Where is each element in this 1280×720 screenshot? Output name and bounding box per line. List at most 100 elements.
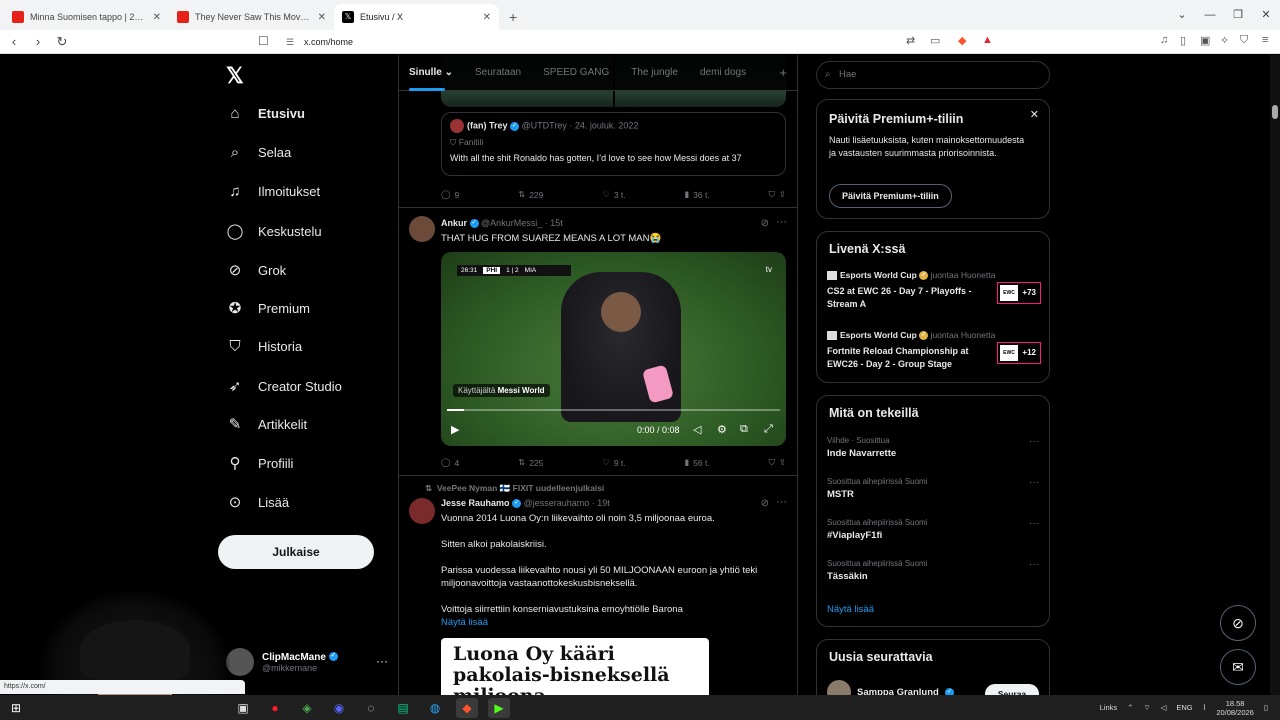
author-handle[interactable]: @jesserauhamo [524,498,590,508]
nav-item-explore[interactable]: ⌕ Selaa [226,144,291,161]
more-icon[interactable]: ··· [776,216,787,228]
add-tab-icon[interactable]: + [779,65,787,80]
brave-shield-icon[interactable]: ◆ [958,34,966,47]
nav-item-grok[interactable]: ⊘ Grok [226,261,286,279]
bookmark-icon[interactable]: ☐ [258,34,269,48]
repost-button[interactable]: ⇅ 225 [518,457,543,468]
reload-icon[interactable]: ↻ [52,34,72,50]
task-view-icon[interactable]: ▣ [232,698,254,718]
clock[interactable]: 18.58 20/08/2026 [1216,699,1254,717]
show-more-link[interactable]: Näytä lisää [827,604,874,615]
grok-icon[interactable]: ⊘ [1220,605,1256,641]
notification-icon[interactable]: ▯ [1264,703,1268,712]
volume-icon[interactable]: ◁ [1161,703,1167,712]
like-button[interactable]: ♡ 3 t. [602,189,625,200]
post-time[interactable]: 19t [597,498,610,508]
media-icon[interactable]: ♫ [1160,34,1168,46]
maximize-icon[interactable]: ❐ [1224,0,1252,30]
windows-start-icon[interactable]: ⊞ [5,698,27,718]
nav-item-articles[interactable]: ✎ Artikkelit [226,415,307,433]
nav-item-more[interactable]: ⊙ Lisää [226,493,289,511]
post-time[interactable]: 15t [550,218,563,228]
links-toolbar[interactable]: Links [1100,703,1118,712]
quoted-post[interactable]: (fan) Trey ✓ @UTDTrey · 24. jouluk. 2022… [441,112,786,176]
live-space-item[interactable]: Esports World Cup ✓ juontaa Huonetta CS2… [827,270,1041,310]
wallet-icon[interactable]: ▣ [1200,34,1210,47]
article-preview-title[interactable]: Luona Oy kääri pakolais-bisneksellä milj… [441,638,709,695]
tab-demi-dogs[interactable]: demi dogs [700,67,746,78]
language-indicator[interactable]: ENG [1176,703,1192,712]
grok-icon[interactable]: ⊘ [761,498,769,509]
browser-tab-1[interactable]: Minna Suomisen tappo | 23 r0d | H ✕ [4,4,169,30]
close-icon[interactable]: ✕ [153,12,161,23]
trend-item[interactable]: Suosittua aihepiirissä Suomi Tässäkin ··· [827,559,1041,582]
suggested-account[interactable]: Samppa Granlund ✓ [827,680,954,695]
search-input[interactable]: ⌕ Hae [816,61,1050,89]
picture-in-picture-icon[interactable]: ⧉ [740,423,748,436]
live-space-item[interactable]: Esports World Cup ✓ juontaa Huonetta For… [827,330,1041,370]
trend-item[interactable]: Suosittua aihepiirissä Suomi MSTR ··· [827,477,1041,500]
edge-icon[interactable]: ◍ [424,698,446,718]
post[interactable]: ⇅ VeePee Nyman 🇫🇮 FIXIT uudelleenjulkais… [399,476,797,695]
trend-item[interactable]: Viihde · Suosittua Inde Navarrette ··· [827,436,1041,459]
tab-list-icon[interactable]: ⌄ [1168,0,1196,30]
follow-button[interactable]: Seuraa [985,684,1039,695]
fullscreen-icon[interactable]: ⤢ [764,423,773,436]
nav-item-messages[interactable]: ◯ Keskustelu [226,222,322,240]
video-attribution[interactable]: Käyttäjältä Messi World [453,384,550,397]
vpn-icon[interactable]: ⛉ [1240,34,1248,47]
bookmark-post-button[interactable]: ⛉ ⇪ [768,189,786,200]
leo-icon[interactable]: ✧ [1220,34,1229,47]
video-progress-bar[interactable] [447,409,780,411]
like-button[interactable]: ♡ 9 t. [602,457,625,468]
more-icon[interactable]: ··· [776,496,787,508]
app-icon[interactable]: ◌ [360,698,382,718]
app-icon[interactable]: ▤ [392,698,414,718]
x-logo-icon[interactable]: 𝕏 [226,63,244,89]
account-switcher[interactable]: ClipMacMane ✓ @mikkemane ··· [226,648,388,676]
trend-item[interactable]: Suosittua aihepiirissä Suomi #ViaplayF1fi… [827,518,1041,541]
share-icon[interactable]: ⇪ [779,457,786,468]
back-icon[interactable]: ‹ [4,34,24,49]
post-button[interactable]: Julkaise [218,535,374,569]
opera-icon[interactable]: ● [264,698,286,718]
more-icon[interactable]: ··· [1029,436,1039,447]
nav-item-bookmarks[interactable]: ⛉ Historia [226,338,302,355]
tab-speed-gang[interactable]: SPEED GANG [543,67,609,78]
repost-button[interactable]: ⇅ 229 [518,189,543,200]
show-more-link[interactable]: Näytä lisää [441,617,488,628]
nav-item-creator-studio[interactable]: ➶ Creator Studio [226,377,342,395]
sidebar-icon[interactable]: ▯ [1180,34,1186,47]
repost-indicator[interactable]: ⇅ VeePee Nyman 🇫🇮 FIXIT uudelleenjulkais… [425,483,604,494]
avatar[interactable] [409,498,435,524]
menu-icon[interactable]: ≡ [1262,34,1268,46]
post[interactable]: Ankur ✓ @AnkurMessi_ · 15t ⊘ ··· THAT HU… [399,208,797,476]
author-handle[interactable]: @AnkurMessi_ [481,218,542,228]
url-field[interactable]: ☰ x.com/home [278,33,998,51]
brave-icon[interactable]: ◆ [456,697,478,718]
discord-icon[interactable]: ◉ [328,698,350,718]
tab-for-you[interactable]: Sinulle ⌄ [409,67,453,91]
translate-icon[interactable]: ⇄ [906,34,915,47]
author-name[interactable]: Ankur [441,218,467,228]
close-icon[interactable]: ✕ [1030,108,1039,121]
chevron-up-icon[interactable]: ⌃ [1127,703,1133,712]
more-icon[interactable]: ··· [1029,559,1039,570]
reply-button[interactable]: ◯ 9 [441,189,459,200]
minimize-icon[interactable]: — [1196,0,1224,30]
play-icon[interactable]: ▶ [451,423,459,436]
more-icon[interactable]: ··· [1029,477,1039,488]
nav-item-premium[interactable]: ✪ Premium [226,299,310,317]
tab-following[interactable]: Seurataan [475,67,521,78]
tab-the-jungle[interactable]: The jungle [631,67,678,78]
settings-icon[interactable]: ⚙ [717,423,727,436]
page-scrollbar[interactable] [1270,55,1280,695]
nav-item-notifications[interactable]: ♫ Ilmoitukset [226,183,320,200]
more-icon[interactable]: ··· [1029,518,1039,529]
close-icon[interactable]: ✕ [483,12,491,23]
browser-tab-2[interactable]: They Never Saw This Move Coming ✕ [169,4,334,30]
bookmark-post-button[interactable]: ⛉ ⇪ [768,457,786,468]
video-player[interactable]: 26:31 PHI 1 | 2 MIA tv Käyttäjältä Messi… [441,252,786,446]
app-icon[interactable]: ◈ [296,698,318,718]
message-icon[interactable]: ✉ [1220,649,1256,685]
